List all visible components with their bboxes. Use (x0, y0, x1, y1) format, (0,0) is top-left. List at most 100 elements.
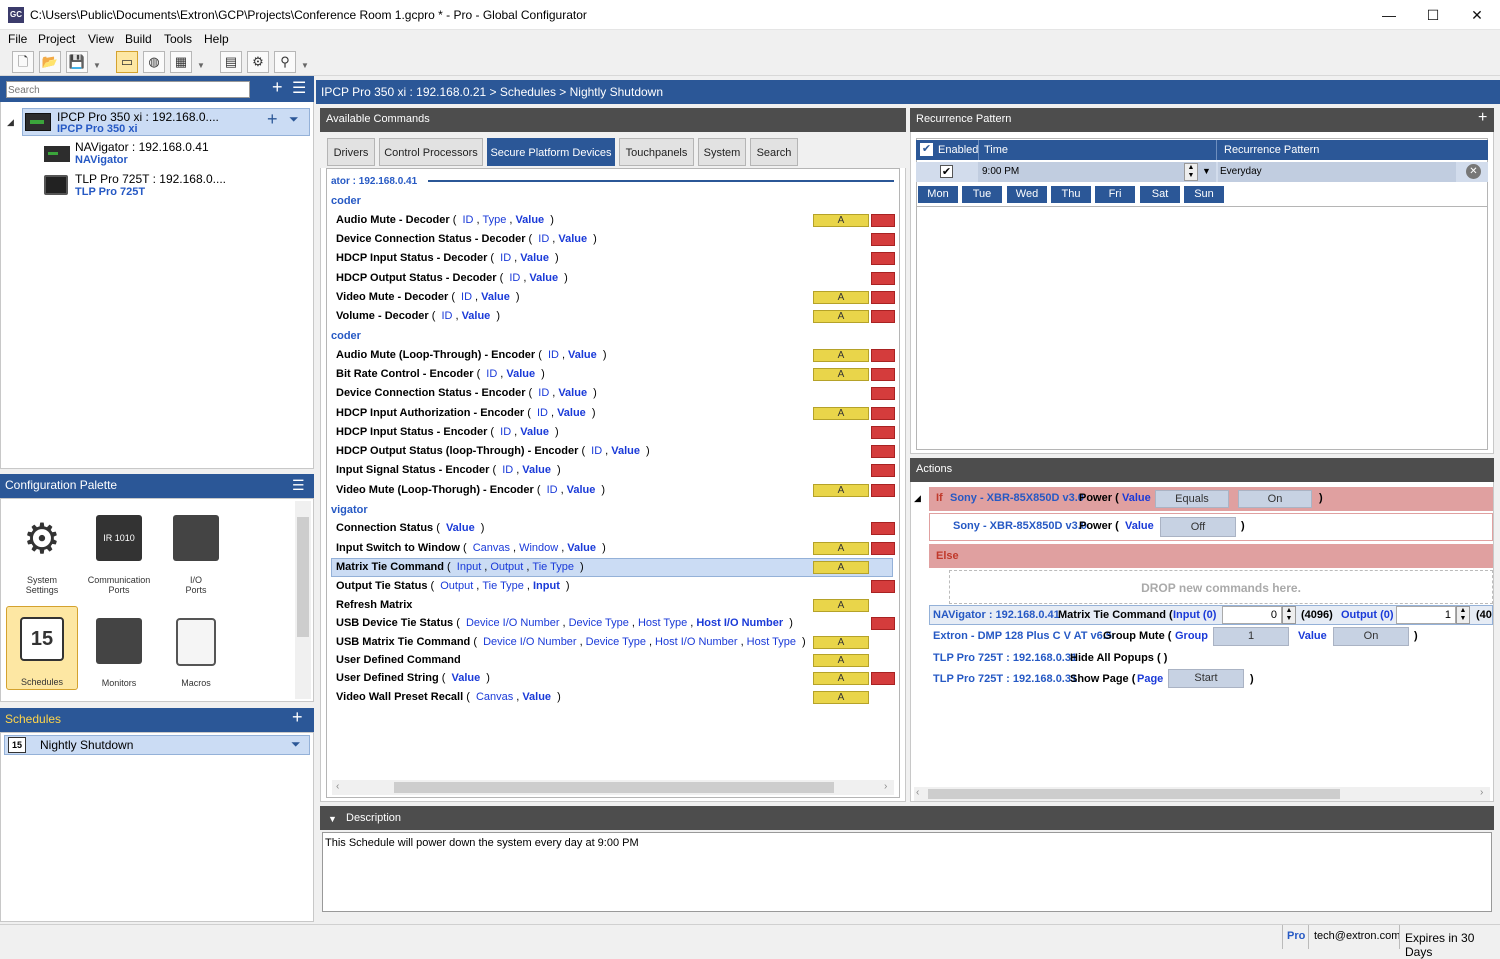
palette-menu-icon[interactable]: ☰ (292, 474, 305, 496)
command-row[interactable]: User Defined String ( Value ) (336, 669, 490, 687)
command-row[interactable]: Refresh Matrix (336, 596, 412, 614)
toolbar-overflow-icon[interactable]: ▼ (93, 52, 101, 72)
condition-badge[interactable] (871, 407, 895, 420)
day-wed[interactable]: Wed (1007, 186, 1047, 203)
command-row[interactable]: Input Switch to Window ( Canvas, Window, V… (336, 539, 606, 557)
command-row[interactable]: HDCP Input Status - Encoder ( ID, Value ) (336, 423, 559, 441)
tab-touchpanels[interactable]: Touchpanels (619, 138, 694, 166)
action-badge[interactable]: A (813, 310, 869, 323)
new-file-icon[interactable]: 🗋 (12, 51, 34, 73)
condition-badge[interactable] (871, 617, 895, 630)
time-dropdown-icon[interactable]: ▼ (1202, 166, 1211, 176)
tab-control-processors[interactable]: Control Processors (379, 138, 483, 166)
command-row[interactable]: HDCP Output Status (loop-Through) - Enco… (336, 442, 650, 460)
enabled-checkbox[interactable]: ✔ (940, 165, 953, 178)
page-value-field[interactable]: Start (1168, 669, 1244, 688)
device-row-tlp[interactable]: TLP Pro 725T : 192.168.0.... TLP Pro 725… (42, 172, 302, 202)
command-row[interactable]: USB Device Tie Status ( Device I/O Numbe… (336, 614, 793, 632)
menu-project[interactable]: Project (38, 32, 75, 46)
menu-build[interactable]: Build (125, 32, 152, 46)
action-badge[interactable]: A (813, 654, 869, 667)
expand-chevron-icon[interactable]: ◢ (7, 117, 14, 128)
device-view-icon[interactable]: ▭ (116, 51, 138, 73)
add-device-icon[interactable]: + (272, 77, 283, 98)
day-mon[interactable]: Mon (918, 186, 958, 203)
input-number-field[interactable]: 0 (1222, 606, 1282, 624)
tab-search[interactable]: Search (750, 138, 798, 166)
condition-badge[interactable] (871, 484, 895, 497)
command-row[interactable]: HDCP Input Status - Decoder ( ID, Value ) (336, 249, 559, 267)
action-badge[interactable]: A (813, 599, 869, 612)
command-row[interactable]: Video Wall Preset Recall ( Canvas, Value … (336, 688, 561, 706)
group-value-field[interactable]: 1 (1213, 627, 1289, 646)
command-row[interactable]: Audio Mute (Loop-Through) - Encoder ( ID… (336, 346, 607, 364)
command-row[interactable]: Bit Rate Control - Encoder ( ID, Value ) (336, 365, 545, 383)
if-value-field[interactable]: On (1238, 490, 1312, 508)
mute-value-field[interactable]: On (1333, 627, 1409, 646)
drop-zone[interactable]: DROP new commands here. (949, 570, 1493, 604)
action-badge[interactable]: A (813, 368, 869, 381)
time-spinner-icon[interactable]: ▲ ▼ (1184, 163, 1198, 181)
action-badge[interactable]: A (813, 484, 869, 497)
if-operator-field[interactable]: Equals (1155, 490, 1229, 508)
output-number-field[interactable]: 1 (1396, 606, 1456, 624)
condition-badge[interactable] (871, 387, 895, 400)
command-row[interactable]: Device Connection Status - Decoder ( ID,… (336, 230, 597, 248)
tab-system[interactable]: System (698, 138, 746, 166)
palette-io-ports[interactable]: I/O Ports (160, 515, 232, 595)
palette-monitors[interactable]: Monitors (83, 618, 155, 688)
command-row[interactable]: Video Mute - Decoder ( ID, Value ) (336, 288, 520, 306)
scroll-right-icon[interactable]: › (884, 781, 887, 792)
day-thu[interactable]: Thu (1051, 186, 1091, 203)
condition-badge[interactable] (871, 368, 895, 381)
day-sat[interactable]: Sat (1140, 186, 1180, 203)
day-sun[interactable]: Sun (1184, 186, 1224, 203)
condition-badge[interactable] (871, 310, 895, 323)
palette-schedules[interactable]: 15 Schedules (6, 606, 78, 690)
tree-menu-icon[interactable]: ☰ (292, 78, 306, 98)
menu-tools[interactable]: Tools (164, 32, 192, 46)
output-spinner-icon[interactable]: ▲ ▼ (1456, 606, 1470, 624)
recurrence-row[interactable]: ✔ 9:00 PM ▲ ▼ ▼ Everyday ✕ (916, 162, 1488, 182)
command-row[interactable]: Connection Status ( Value ) (336, 519, 484, 537)
toolbar-overflow-icon-2[interactable]: ▼ (197, 52, 205, 72)
menu-view[interactable]: View (88, 32, 114, 46)
condition-badge[interactable] (871, 580, 895, 593)
palette-communication-ports[interactable]: IR 1010 Communication Ports (83, 515, 155, 595)
scroll-left-icon[interactable]: ‹ (916, 787, 919, 798)
schedule-filter-icon[interactable]: ⏷ (291, 737, 301, 752)
scroll-right-icon[interactable]: › (1480, 787, 1483, 798)
description-textarea[interactable]: This Schedule will power down the system… (322, 832, 1492, 912)
palette-scrollbar[interactable] (295, 501, 311, 699)
action-badge[interactable]: A (813, 691, 869, 704)
layout-icon[interactable]: ▦ (170, 51, 192, 73)
condition-badge[interactable] (871, 426, 895, 439)
close-button[interactable]: ✕ (1454, 0, 1500, 30)
collapse-description-icon[interactable]: ▼ (328, 807, 337, 831)
action-badge[interactable]: A (813, 636, 869, 649)
enabled-all-checkbox[interactable]: ✔ (920, 143, 933, 156)
command-row[interactable]: HDCP Input Authorization - Encoder ( ID,… (336, 404, 596, 422)
open-folder-icon[interactable]: 📂 (39, 51, 61, 73)
action-badge[interactable]: A (813, 672, 869, 685)
command-row[interactable]: Input Signal Status - Encoder ( ID, Value… (336, 461, 561, 479)
tab-drivers[interactable]: Drivers (327, 138, 375, 166)
condition-badge[interactable] (871, 272, 895, 285)
command-row[interactable]: USB Matrix Tie Command ( Device I/O Numb… (336, 633, 806, 651)
device-row-ipcp[interactable]: ◢ IPCP Pro 350 xi : 192.168.0.... IPCP P… (7, 108, 310, 136)
network-globe-icon[interactable]: ◍ (143, 51, 165, 73)
condition-badge[interactable] (871, 233, 895, 246)
action-badge[interactable]: A (813, 542, 869, 555)
add-recurrence-icon[interactable]: + (1478, 107, 1487, 129)
menu-help[interactable]: Help (204, 32, 229, 46)
action-badge[interactable]: A (813, 291, 869, 304)
condition-badge[interactable] (871, 542, 895, 555)
locate-pin-icon[interactable]: ⚲ (274, 51, 296, 73)
condition-badge[interactable] (871, 522, 895, 535)
day-fri[interactable]: Fri (1095, 186, 1135, 203)
then-value-field[interactable]: Off (1160, 517, 1236, 537)
command-row[interactable]: HDCP Output Status - Decoder ( ID, Value … (336, 269, 568, 287)
command-row[interactable]: Device Connection Status - Encoder ( ID,… (336, 384, 597, 402)
menu-file[interactable]: File (8, 32, 27, 46)
command-row[interactable]: Video Mute (Loop-Thorugh) - Encoder ( ID… (336, 481, 605, 499)
